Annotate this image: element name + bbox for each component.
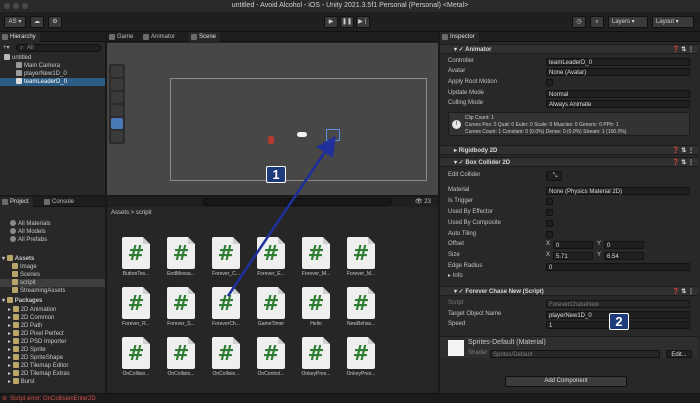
annotation-arrow [226,135,336,297]
annotation-overlay [226,135,336,297]
status-error-text[interactable]: Script error: OnCollisionEnter2D [10,394,96,403]
status-bar: ⊘ Script error: OnCollisionEnter2D [0,393,700,403]
annotation-badge-2: 2 [609,313,629,330]
error-icon: ⊘ [2,396,8,402]
annotation-badge-1: 1 [266,166,286,183]
